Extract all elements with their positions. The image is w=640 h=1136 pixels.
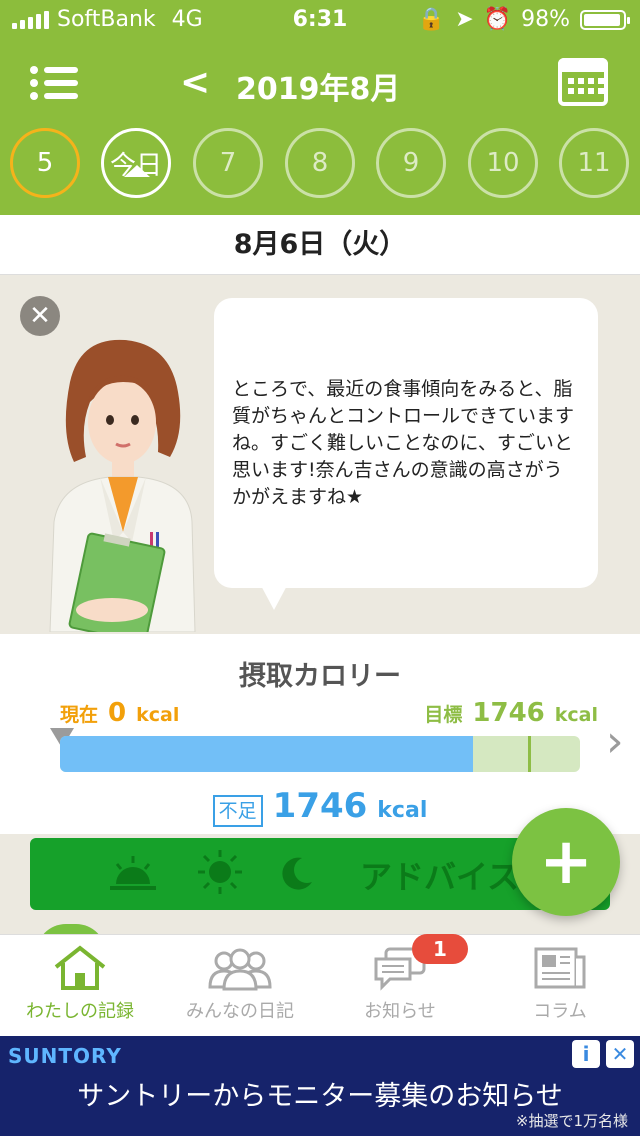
goal-unit: kcal [554, 704, 598, 726]
advice-panel: ✕ ところで、最近の食事傾向をみると、脂質がちゃんとコントロールできていますね。… [0, 276, 640, 636]
advisor-illustration [49, 339, 196, 632]
moon-icon[interactable] [280, 856, 314, 899]
sun-icon[interactable] [198, 850, 242, 903]
add-record-button[interactable]: + [512, 808, 620, 916]
tab-label: お知らせ [364, 1001, 436, 1022]
day-item[interactable]: 11 [559, 128, 629, 198]
sunrise-icon[interactable] [110, 856, 156, 899]
tab-label: みんなの日記 [186, 1001, 294, 1022]
location-icon: ➤ [455, 7, 474, 32]
day-item[interactable]: 8 [285, 128, 355, 198]
tab-bar: わたしの記録 みんなの日記 お知らせ コラム [0, 934, 640, 1036]
current-unit: kcal [136, 704, 180, 726]
alarm-icon: ⏰ [483, 7, 512, 32]
day-label: 10 [486, 148, 520, 178]
current-calories: 現在 0 kcal [60, 698, 179, 728]
day-item[interactable]: 9 [376, 128, 446, 198]
advice-button[interactable]: アドバイス [360, 852, 519, 898]
today-caret [124, 165, 150, 177]
day-label: 11 [577, 148, 611, 178]
month-title: 2019年8月 [236, 72, 401, 107]
ad-controls: i ✕ [572, 1040, 634, 1068]
advice-bubble: ところで、最近の食事傾向をみると、脂質がちゃんとコントロールできていますね。すご… [214, 298, 598, 588]
current-label: 現在 [60, 704, 99, 726]
house-icon [54, 945, 106, 990]
people-icon [208, 948, 272, 991]
tab-label: わたしの記録 [26, 1001, 134, 1022]
header: < 2019年8月 5 今日 7 8 9 10 11 [0, 40, 640, 215]
tab-everyone-diary[interactable]: みんなの日記 [160, 945, 320, 1023]
tab-label: コラム [533, 1001, 587, 1022]
advice-message: ところで、最近の食事傾向をみると、脂質がちゃんとコントロールできていますね。すご… [232, 377, 575, 508]
ad-note: ※抽選で1万名様 [515, 1112, 628, 1130]
day-item[interactable]: 5 [10, 128, 80, 198]
menu-icon[interactable] [30, 64, 78, 102]
status-right: 🔒 ➤ ⏰ 98% [417, 7, 630, 32]
goal-value: 1746 [472, 698, 545, 728]
chevron-right-icon[interactable]: › [606, 716, 624, 767]
ad-headline: サントリーからモニター募集のお知らせ [77, 1081, 563, 1112]
ad-banner[interactable]: SUNTORY i ✕ サントリーからモニター募集のお知らせ ※抽選で1万名様 [0, 1036, 640, 1136]
orientation-lock-icon: 🔒 [417, 7, 446, 32]
day-item[interactable]: 10 [468, 128, 538, 198]
day-item-today[interactable]: 今日 [101, 128, 171, 198]
day-label: 5 [36, 148, 54, 178]
day-label: 8 [311, 148, 329, 178]
calorie-card[interactable]: 摂取カロリー 現在 0 kcal 目標 1746 kcal › 不足 1746 … [0, 634, 640, 834]
calorie-title: 摂取カロリー [239, 661, 401, 692]
day-label: 7 [219, 148, 237, 178]
notification-badge: 1 [412, 934, 468, 964]
status-bar: SoftBank 4G 6:31 🔒 ➤ ⏰ 98% [0, 0, 640, 40]
current-value: 0 [108, 698, 127, 728]
calorie-bar [60, 736, 580, 772]
deficit-unit: kcal [377, 798, 428, 823]
calendar-icon[interactable] [558, 58, 608, 106]
calorie-bar-fill [60, 736, 474, 772]
tab-column[interactable]: コラム [480, 945, 640, 1023]
deficit-label: 不足 [212, 795, 263, 827]
calorie-goal-line [528, 736, 531, 772]
chevron-left-icon[interactable]: < [180, 62, 210, 103]
battery-icon [580, 9, 630, 30]
battery-percent: 98% [521, 7, 570, 32]
selected-date: 8月6日（火） [0, 215, 640, 275]
close-icon[interactable]: ✕ [606, 1040, 634, 1068]
bubble-tail [258, 580, 290, 610]
day-label: 9 [402, 148, 420, 178]
goal-label: 目標 [424, 704, 463, 726]
deficit-value: 1746 [272, 786, 368, 826]
goal-calories: 目標 1746 kcal [424, 698, 598, 728]
day-item[interactable]: 7 [193, 128, 263, 198]
ad-brand: SUNTORY [8, 1044, 122, 1068]
close-icon[interactable]: ✕ [20, 296, 60, 336]
newspaper-icon [534, 947, 586, 989]
tab-my-record[interactable]: わたしの記録 [0, 945, 160, 1023]
day-selector: 5 今日 7 8 9 10 11 [0, 128, 640, 198]
info-icon[interactable]: i [572, 1040, 600, 1068]
